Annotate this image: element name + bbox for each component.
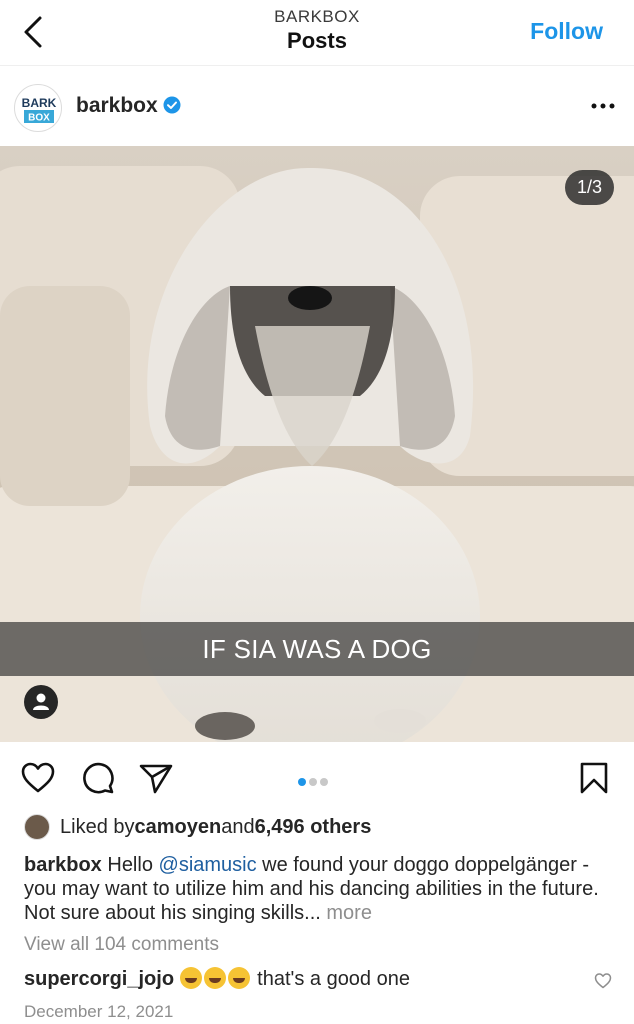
caption-more-link[interactable]: more bbox=[326, 902, 372, 924]
carousel-dot-3 bbox=[320, 778, 328, 786]
image-caption: IF SIA WAS A DOG bbox=[0, 622, 634, 676]
carousel-dot-1 bbox=[298, 778, 306, 786]
comment-icon[interactable] bbox=[80, 760, 116, 796]
comment-heart-icon[interactable] bbox=[594, 972, 612, 990]
laughing-emoji-icon bbox=[179, 967, 202, 989]
post-header: BARK BOX barkbox bbox=[0, 66, 634, 146]
liker-name[interactable]: camoyen bbox=[135, 816, 222, 839]
comment-username[interactable]: supercorgi_jojo bbox=[24, 968, 174, 990]
view-all-comments[interactable]: View all 104 comments bbox=[24, 934, 219, 956]
post-image[interactable]: 1/3 IF SIA WAS A DOG bbox=[0, 146, 634, 742]
top-bar: BARKBOX Posts Follow bbox=[0, 0, 634, 66]
avatar-logo-bottom: BOX bbox=[28, 113, 50, 124]
bookmark-icon[interactable] bbox=[576, 760, 612, 796]
avatar-logo-top: BARK bbox=[22, 96, 57, 110]
laughing-emoji-icon bbox=[227, 967, 250, 989]
laughing-emoji-icon bbox=[203, 967, 226, 989]
action-bar bbox=[0, 742, 634, 808]
likes-others[interactable]: 6,496 others bbox=[255, 816, 372, 839]
likes-prefix: Liked by bbox=[60, 815, 135, 838]
carousel-indicator bbox=[298, 773, 331, 786]
avatar[interactable]: BARK BOX bbox=[14, 84, 62, 132]
comment-text: that's a good one bbox=[251, 968, 410, 990]
likes-middle: and bbox=[221, 815, 255, 838]
more-icon[interactable] bbox=[590, 98, 616, 114]
caption-username[interactable]: barkbox bbox=[24, 854, 102, 876]
liker-avatar bbox=[24, 814, 50, 840]
carousel-dot-2 bbox=[309, 778, 317, 786]
share-icon[interactable] bbox=[138, 760, 174, 796]
heart-icon[interactable] bbox=[20, 760, 56, 796]
user-tag-icon[interactable] bbox=[24, 685, 58, 719]
post-date: December 12, 2021 bbox=[24, 1002, 174, 1021]
follow-button[interactable]: Follow bbox=[530, 18, 603, 45]
comment-item: supercorgi_jojo that's a good one bbox=[24, 967, 410, 991]
likes-line[interactable]: Liked by camoyen and 6,496 others bbox=[24, 814, 371, 840]
post-caption: barkbox Hello @siamusic we found your do… bbox=[24, 853, 614, 925]
post-username[interactable]: barkbox bbox=[76, 94, 158, 118]
caption-text-before: Hello bbox=[101, 854, 159, 876]
caption-mention[interactable]: @siamusic bbox=[159, 854, 257, 876]
verified-icon bbox=[163, 96, 181, 114]
image-counter: 1/3 bbox=[564, 170, 614, 205]
